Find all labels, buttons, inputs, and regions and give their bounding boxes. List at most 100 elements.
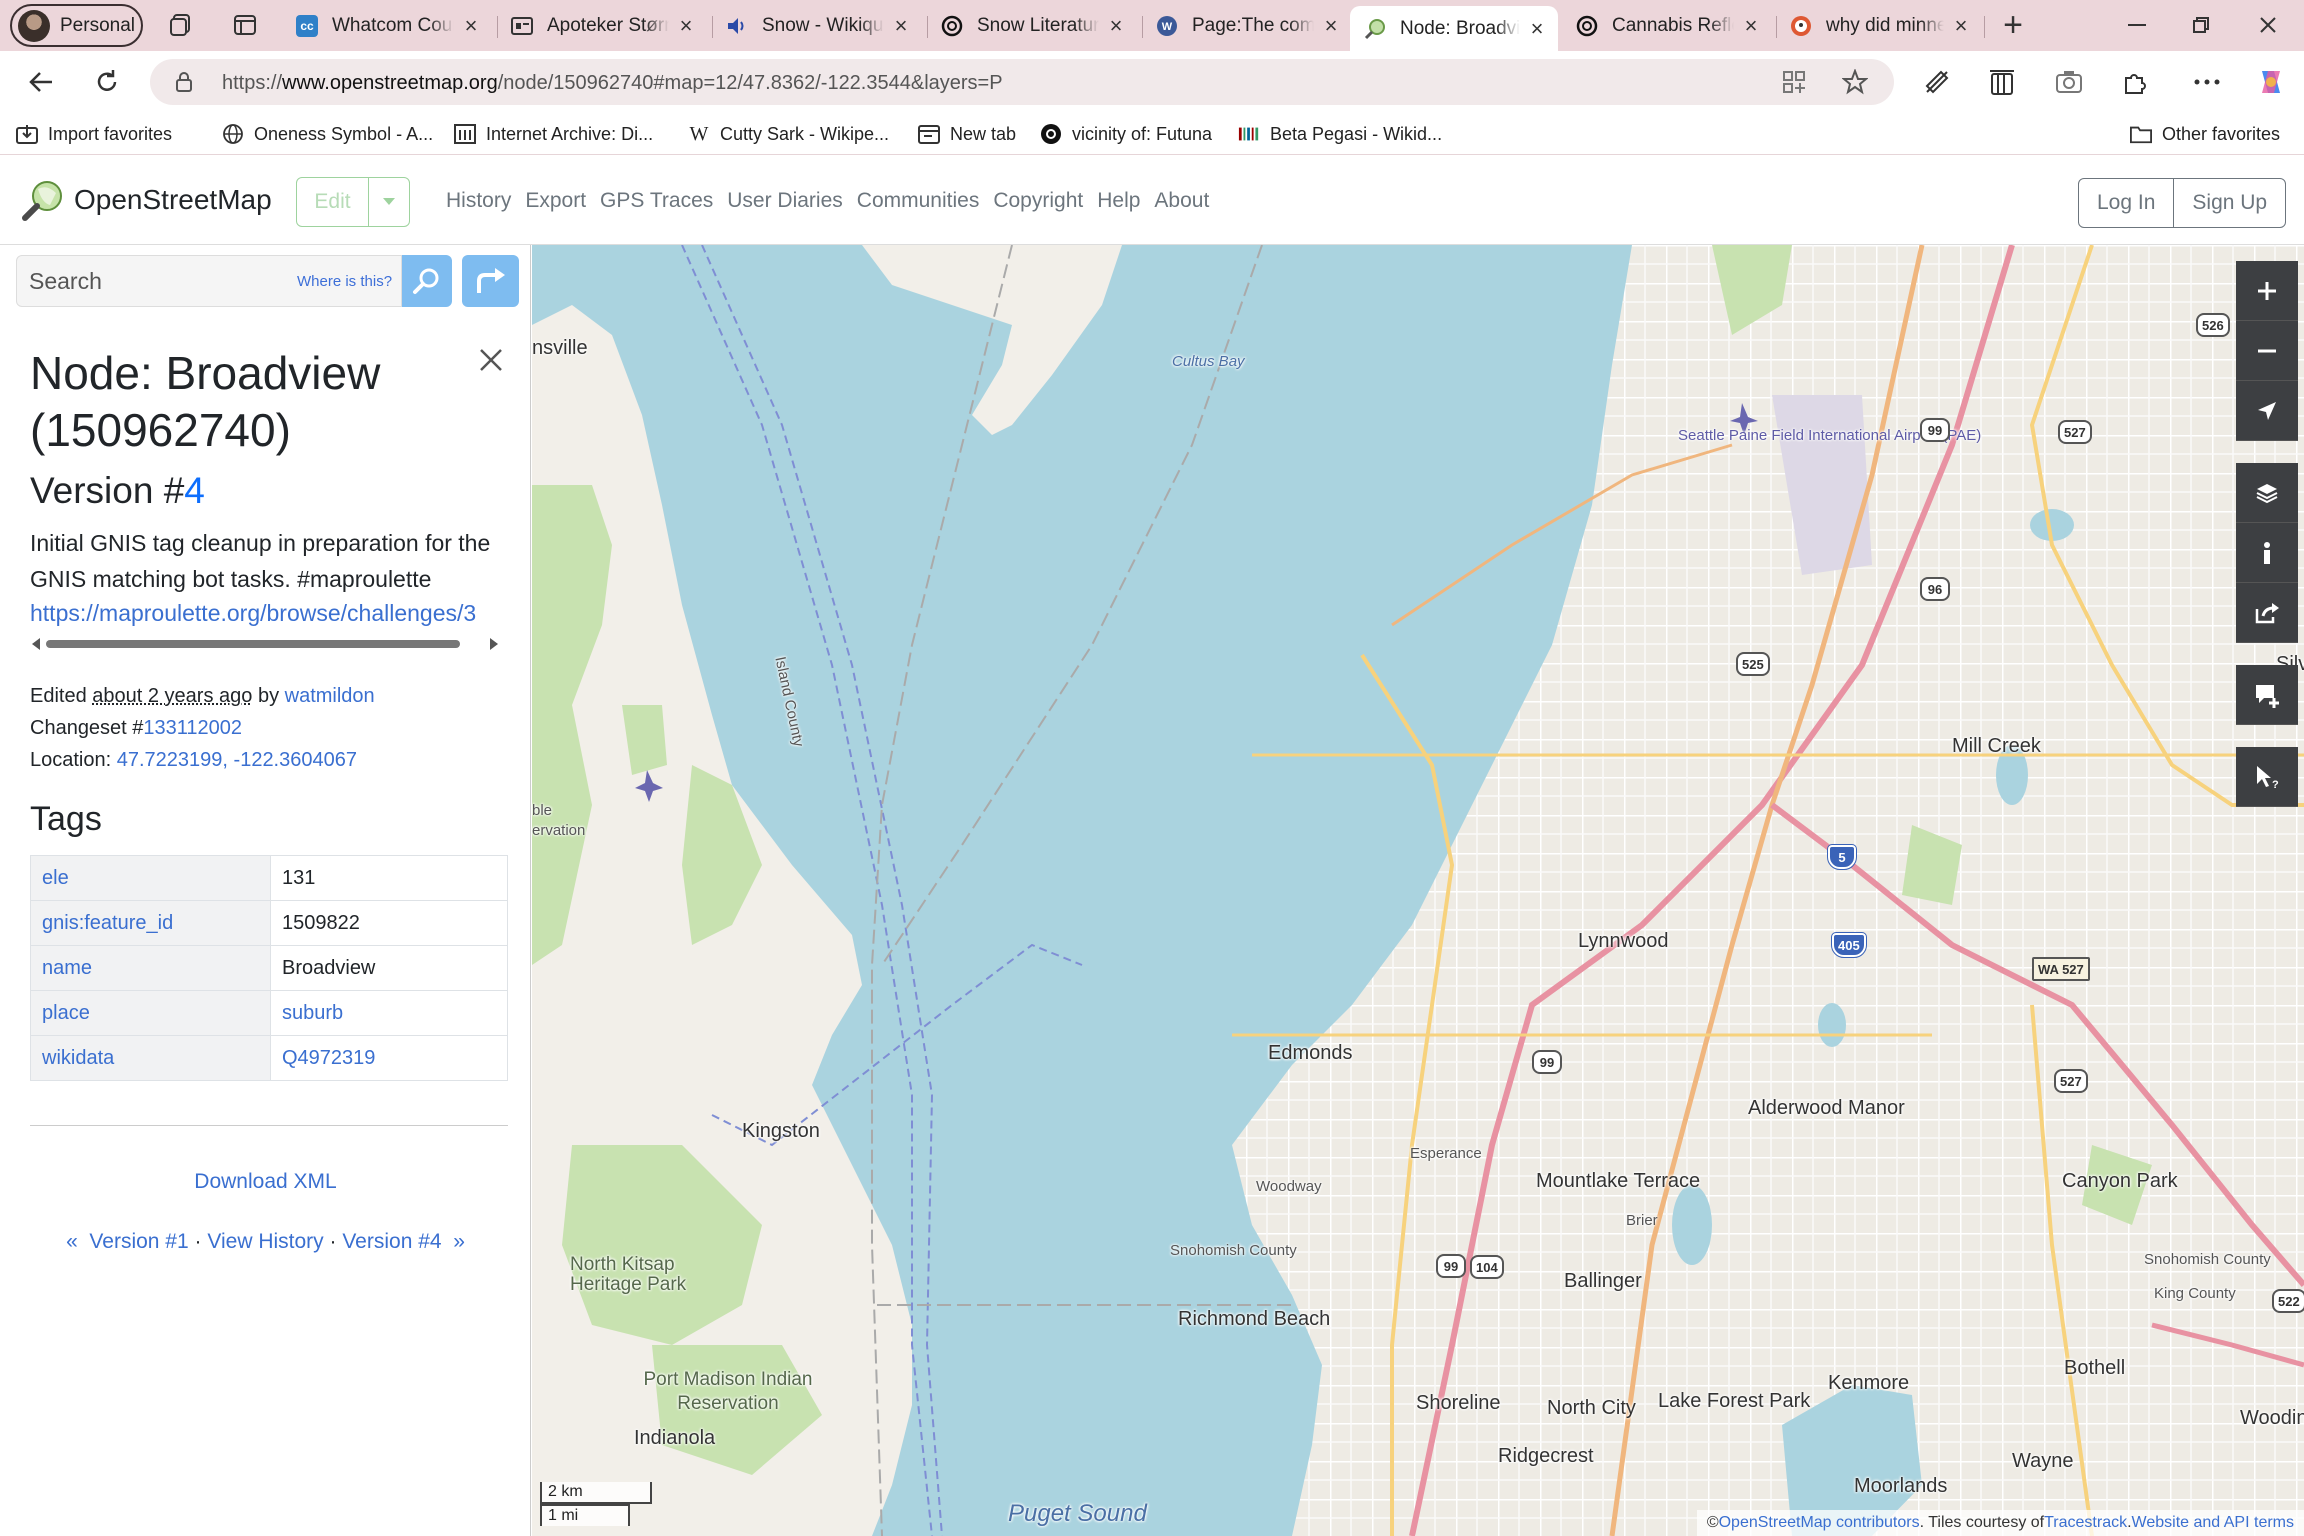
login-button[interactable]: Log In: [2079, 179, 2173, 227]
version-first-link[interactable]: Version #1: [89, 1230, 188, 1253]
tag-key[interactable]: place: [30, 990, 271, 1036]
query-features-button[interactable]: ?: [2236, 747, 2298, 807]
version-link[interactable]: 4: [184, 470, 205, 511]
locate-button[interactable]: [2236, 381, 2298, 441]
tag-value-link[interactable]: Q4972319: [270, 1035, 508, 1081]
map-canvas[interactable]: [532, 245, 2304, 1536]
browser-tab[interactable]: why did minnes ×: [1776, 6, 1982, 46]
browser-tab[interactable]: cc Whatcom County ×: [282, 6, 492, 46]
table-row: gnis:feature_id 1509822: [30, 900, 508, 946]
browser-tab[interactable]: Apoteker Størm ×: [497, 6, 707, 46]
horizontal-scrollbar[interactable]: [30, 634, 500, 654]
lock-icon[interactable]: [174, 71, 194, 93]
restore-button[interactable]: [2181, 10, 2221, 40]
edit-dropdown-icon[interactable]: [369, 178, 409, 226]
tab-actions-icon[interactable]: [232, 12, 258, 38]
nav-about[interactable]: About: [1154, 189, 1209, 213]
tag-value-link[interactable]: suburb: [270, 990, 508, 1036]
browser-tab[interactable]: Snow - Wikiquote ×: [712, 6, 922, 46]
latitude-link[interactable]: 47.7223199: [117, 749, 223, 771]
tag-key[interactable]: wikidata: [30, 1035, 271, 1081]
minimize-button[interactable]: [2117, 10, 2157, 40]
api-terms-link[interactable]: Website and API terms: [2132, 1514, 2294, 1532]
tag-value: 131: [270, 855, 508, 901]
new-tab-button[interactable]: +: [1995, 8, 2031, 44]
extension-icon[interactable]: [1920, 65, 1954, 99]
favorite-item[interactable]: W Cutty Sark - Wikipe...: [688, 121, 889, 147]
share-icon: [2255, 602, 2279, 623]
signup-button[interactable]: Sign Up: [2173, 179, 2285, 227]
close-icon[interactable]: ×: [1105, 13, 1127, 38]
browser-tab[interactable]: Cannabis Reflex ×: [1562, 6, 1772, 46]
close-icon[interactable]: ×: [890, 13, 912, 38]
url-text[interactable]: https://www.openstreetmap.org/node/15096…: [222, 72, 1003, 95]
favorite-star-icon[interactable]: [1842, 69, 1868, 95]
version-last-link[interactable]: Version #4: [342, 1230, 441, 1253]
osm-contributors-link[interactable]: OpenStreetMap contributors: [1719, 1514, 1920, 1532]
close-icon[interactable]: ×: [460, 13, 482, 38]
close-icon[interactable]: ×: [675, 13, 697, 38]
close-icon[interactable]: ×: [1740, 13, 1762, 38]
workspaces-icon[interactable]: [168, 12, 194, 38]
collections-icon[interactable]: [1985, 65, 2019, 99]
refresh-button[interactable]: [90, 65, 124, 99]
close-window-button[interactable]: [2248, 10, 2288, 40]
map-key-button[interactable]: [2236, 523, 2298, 583]
share-button[interactable]: [2236, 583, 2298, 643]
changeset-link[interactable]: 133112002: [143, 717, 242, 739]
favorite-item[interactable]: New tab: [918, 121, 1016, 147]
map-view[interactable]: nsville Cultus Bay Seattle Paine Field I…: [532, 245, 2304, 1536]
browser-tab-active[interactable]: Node: Broadview ×: [1350, 6, 1558, 51]
sidebar: Where is this? Node: Broadview (15096274…: [0, 245, 531, 1536]
tag-key[interactable]: ele: [30, 855, 271, 901]
tracestrack-link[interactable]: Tracestrack: [2044, 1514, 2127, 1532]
search-icon: [413, 268, 439, 294]
close-icon[interactable]: ×: [1320, 13, 1342, 38]
profile-button[interactable]: Personal: [10, 4, 143, 47]
nav-user-diaries[interactable]: User Diaries: [727, 189, 843, 213]
app-available-icon[interactable]: [1782, 70, 1806, 94]
extensions-puzzle-icon[interactable]: [2118, 65, 2152, 99]
favorite-item[interactable]: vicinity of: Futuna: [1040, 121, 1212, 147]
nav-history[interactable]: History: [446, 189, 511, 213]
close-icon[interactable]: ×: [1950, 13, 1972, 38]
nav-communities[interactable]: Communities: [857, 189, 980, 213]
osm-logo[interactable]: OpenStreetMap: [22, 179, 272, 221]
screenshot-icon[interactable]: [2052, 65, 2086, 99]
layers-button[interactable]: [2236, 463, 2298, 523]
search-input[interactable]: [29, 266, 279, 296]
browser-tab[interactable]: Snow Literature ×: [927, 6, 1137, 46]
view-history-link[interactable]: View History: [207, 1230, 323, 1253]
download-xml-link[interactable]: Download XML: [0, 1170, 531, 1194]
edit-button[interactable]: Edit: [296, 177, 410, 227]
copilot-icon[interactable]: [2254, 65, 2288, 99]
favorite-folder[interactable]: Other favorites: [2130, 121, 2280, 147]
nav-help[interactable]: Help: [1097, 189, 1140, 213]
editor-link[interactable]: watmildon: [285, 685, 375, 707]
wikidata-icon: [1238, 123, 1260, 145]
nav-copyright[interactable]: Copyright: [993, 189, 1083, 213]
zoom-out-button[interactable]: [2236, 321, 2298, 381]
close-sidebar-button[interactable]: [476, 345, 506, 375]
favorite-item[interactable]: Import favorites: [16, 121, 172, 147]
longitude-link[interactable]: -122.3604067: [234, 749, 357, 771]
nav-export[interactable]: Export: [525, 189, 586, 213]
close-icon[interactable]: ×: [1526, 16, 1548, 41]
favorite-item[interactable]: Oneness Symbol - A...: [222, 121, 433, 147]
directions-button[interactable]: [462, 255, 519, 307]
comment-link[interactable]: https://maproulette.org/browse/challenge…: [30, 600, 510, 627]
nav-gps-traces[interactable]: GPS Traces: [600, 189, 713, 213]
browser-tab[interactable]: W Page:The complete ×: [1142, 6, 1352, 46]
zoom-in-button[interactable]: [2236, 261, 2298, 321]
more-menu-icon[interactable]: [2190, 65, 2224, 99]
tag-key[interactable]: gnis:feature_id: [30, 900, 271, 946]
search-button[interactable]: [402, 255, 452, 307]
tag-key[interactable]: name: [30, 945, 271, 991]
add-note-button[interactable]: [2236, 665, 2298, 725]
where-is-this-link[interactable]: Where is this?: [297, 273, 392, 290]
address-bar[interactable]: https://www.openstreetmap.org/node/15096…: [150, 59, 1894, 105]
place-label: Kingston: [742, 1120, 820, 1142]
favorite-item[interactable]: Internet Archive: Di...: [454, 121, 653, 147]
favorite-item[interactable]: Beta Pegasi - Wikid...: [1238, 121, 1442, 147]
back-button[interactable]: [24, 65, 58, 99]
